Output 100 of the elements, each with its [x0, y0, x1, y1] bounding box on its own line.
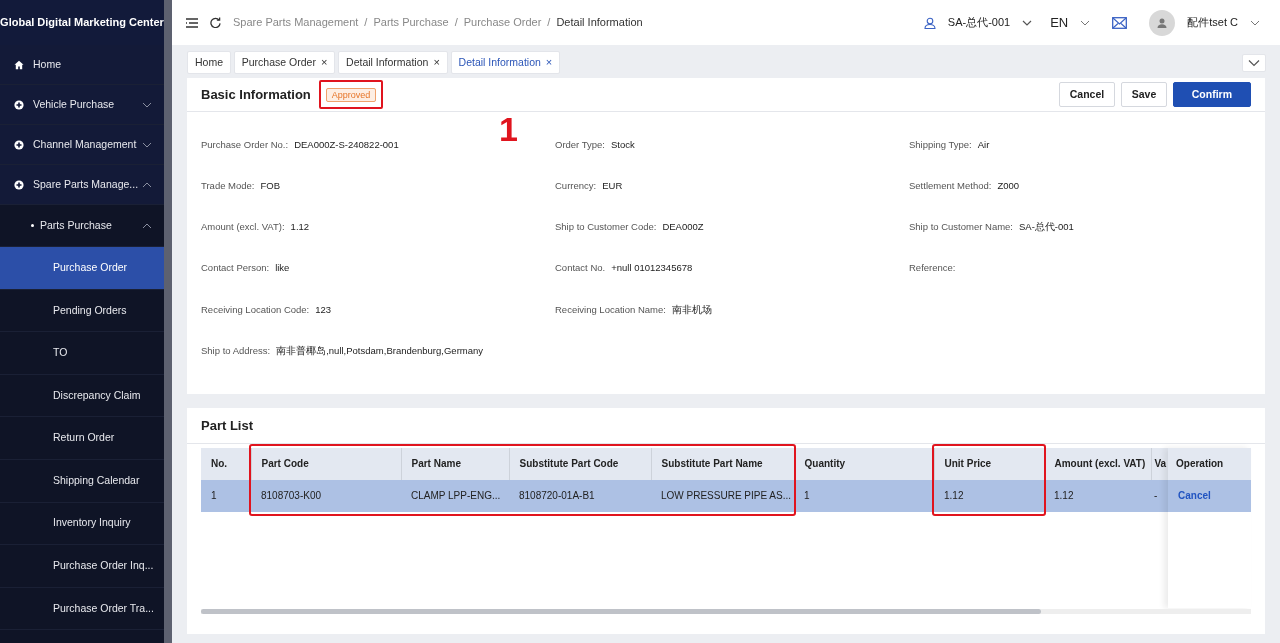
tab[interactable]: Home [187, 50, 231, 75]
field-value: 南非机场 [671, 302, 712, 317]
field-value: 123 [315, 302, 332, 317]
user-icon [923, 16, 936, 29]
table-cell: 8108720-01A-B1 [509, 479, 651, 512]
sidebar-item[interactable]: Spare Parts Manage... [0, 165, 164, 205]
table-cell: LOW PRESSURE PIPE AS... [651, 479, 794, 512]
field-value: FOB [260, 178, 281, 193]
section-title: Basic Information [201, 85, 311, 104]
chevron-up-icon[interactable] [142, 180, 152, 189]
status-tag: Approved [325, 88, 377, 103]
field-value: like [275, 261, 290, 276]
sidebar-item[interactable]: Purchase Order Inq... [0, 545, 164, 588]
field-label: Purchase Order No.: [201, 137, 289, 152]
field-value: Z000 [997, 178, 1020, 193]
circle-plus-icon [14, 99, 24, 110]
field-label: Contact Person: [201, 261, 270, 276]
close-icon[interactable]: × [320, 57, 328, 68]
column-header: Substitute Part Name [651, 447, 794, 480]
table-cell: CLAMP LPP-ENG... [401, 479, 509, 512]
field-label: Settlement Method: [909, 178, 992, 193]
sidebar-item[interactable]: TO [0, 332, 164, 375]
column-header: Quantity [794, 447, 934, 480]
column-header: Substitute Part Code [509, 447, 651, 480]
field-value: 1.12 [290, 220, 310, 235]
action-button[interactable]: Save [1120, 81, 1168, 108]
field-label: Order Type: [555, 137, 605, 152]
sidebar-item[interactable]: Purchase Order Tra... [0, 587, 164, 631]
action-button[interactable]: Cancel [1058, 81, 1116, 108]
tab[interactable]: Purchase Order × [233, 50, 336, 75]
tab[interactable]: Detail Information × [450, 50, 561, 75]
column-header: Operation [1168, 447, 1251, 480]
breadcrumb-separator: / [454, 15, 458, 31]
field-label: Ship to Customer Name: [909, 220, 1013, 235]
field-value: EUR [602, 178, 623, 193]
breadcrumb-separator: / [547, 15, 551, 31]
chevron-down-icon[interactable] [1248, 58, 1260, 67]
home-icon [14, 59, 24, 70]
chevron-down-icon[interactable] [142, 100, 152, 109]
field-label: Trade Mode: [201, 178, 255, 193]
field-label: Shipping Type: [909, 137, 972, 152]
field-value: SA-总代-001 [1019, 220, 1074, 235]
field-value: 南非普椰岛,null,Potsdam,Brandenburg,Germany [276, 344, 484, 358]
bullet-icon [31, 224, 34, 227]
sidebar-item[interactable]: Inventory Inquiry [0, 502, 164, 546]
user-name[interactable]: 配件tset C [1187, 14, 1238, 31]
field-value: Air [977, 137, 990, 152]
field-value: DEA000Z [662, 220, 704, 235]
column-header: No. [201, 447, 251, 480]
sidebar-item[interactable]: Channel Management [0, 125, 164, 165]
close-icon[interactable]: × [545, 57, 553, 68]
mail-icon[interactable] [1112, 16, 1128, 29]
person-icon [1156, 16, 1169, 29]
table-cell: 1 [794, 479, 934, 512]
sidebar-item[interactable]: Shipping Calendar [0, 459, 164, 503]
language-dropdown[interactable]: EN [1050, 12, 1069, 33]
chevron-down-icon[interactable] [142, 140, 152, 149]
sidebar-item[interactable]: Pending Orders [0, 289, 164, 333]
field-label: Ship to Address: [201, 344, 271, 358]
chevron-down-icon[interactable] [1080, 18, 1091, 27]
chevron-down-icon[interactable] [1022, 18, 1033, 27]
column-header: Part Code [251, 447, 401, 480]
app-title: Global Digital Marketing Center [0, 0, 164, 45]
sidebar-item[interactable]: Return Order [0, 417, 164, 460]
circle-plus-icon [14, 179, 24, 190]
tabs-dropdown-button[interactable] [1242, 53, 1266, 72]
sidebar-item[interactable]: Home [0, 45, 164, 85]
breadcrumb-link[interactable]: Spare Parts Management [233, 14, 359, 31]
field-value: DEA000Z-S-240822-001 [294, 137, 399, 152]
close-icon[interactable]: × [433, 57, 440, 68]
chevron-up-icon[interactable] [142, 221, 152, 230]
tab[interactable]: Detail Information × [338, 50, 448, 75]
table-cell: 1.12 [1044, 479, 1151, 512]
avatar[interactable] [1149, 9, 1176, 36]
breadcrumb-separator: / [364, 15, 368, 31]
field-label: Receiving Location Code: [201, 302, 310, 317]
column-header: Part Name [401, 447, 509, 480]
field-value: +null 01012345678 [611, 261, 693, 276]
chevron-down-icon[interactable] [1250, 18, 1260, 27]
sidebar-item[interactable]: Discrepancy Claim [0, 374, 164, 418]
table-cell: 1 [201, 479, 251, 512]
menu-icon[interactable] [186, 17, 198, 28]
dealer-dropdown[interactable]: SA-总代-001 [947, 14, 1011, 31]
circle-plus-icon [14, 139, 24, 150]
breadcrumb-link[interactable]: Parts Purchase [373, 14, 449, 31]
confirm-button[interactable]: Confirm [1172, 81, 1251, 108]
table-cell: 8108703-K00 [251, 479, 401, 512]
sidebar-item[interactable]: Vehicle Purchase [0, 85, 164, 125]
annotation-number: 1 [499, 112, 518, 146]
breadcrumb-current: Detail Information [556, 15, 643, 31]
field-label: Currency: [555, 178, 597, 193]
section-title: Part List [201, 416, 253, 435]
sidebar-item[interactable]: Purchase Order [0, 247, 164, 290]
column-header: Amount (excl. VAT) [1044, 447, 1151, 480]
refresh-icon[interactable] [210, 17, 221, 28]
scrollbar[interactable] [201, 608, 1251, 614]
breadcrumb-link[interactable]: Purchase Order [463, 14, 542, 31]
field-label: Reference: [909, 261, 956, 276]
table-cell: 1.12 [934, 479, 1044, 512]
field-label: Amount (excl. VAT): [201, 220, 285, 235]
